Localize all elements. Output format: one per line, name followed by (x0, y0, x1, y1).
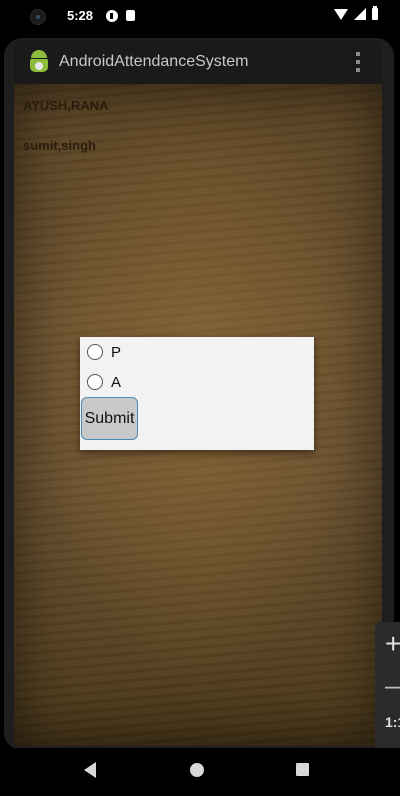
submit-button[interactable]: Submit (81, 397, 138, 440)
zoom-in-button[interactable]: + (385, 628, 400, 660)
radio-label: P (111, 343, 122, 361)
recents-icon[interactable] (296, 763, 309, 776)
list-item[interactable]: sumit,singh (23, 138, 96, 153)
zoom-out-button[interactable]: — (385, 670, 400, 701)
overflow-menu-icon[interactable] (356, 52, 360, 72)
phone-screen: 5:28 AndroidAttendanceSystem AYUSH,RANA … (0, 0, 400, 796)
zoom-ratio-button[interactable]: 1:1 (385, 714, 400, 730)
notification-p-icon (106, 10, 118, 22)
sd-card-icon (126, 10, 135, 21)
system-icons (334, 6, 378, 20)
action-bar: AndroidAttendanceSystem (14, 40, 382, 84)
wifi-icon (334, 8, 348, 20)
radio-button-icon[interactable] (87, 374, 103, 390)
status-time: 5:28 (67, 8, 94, 23)
radio-option-absent[interactable]: A (87, 372, 121, 392)
radio-button-icon[interactable] (87, 344, 103, 360)
back-icon[interactable] (84, 762, 96, 778)
camera-icon (30, 9, 46, 25)
signal-icon (354, 8, 366, 20)
battery-icon (372, 6, 378, 20)
radio-option-present[interactable]: P (87, 342, 121, 362)
app-title: AndroidAttendanceSystem (59, 53, 249, 70)
radio-label: A (111, 373, 122, 391)
list-item[interactable]: AYUSH,RANA (23, 98, 108, 113)
status-bar: 5:28 (0, 0, 400, 34)
home-icon[interactable] (190, 763, 204, 777)
android-app-icon (28, 50, 50, 74)
attendance-dialog: P A Submit (80, 337, 314, 450)
navigation-bar (0, 748, 400, 796)
